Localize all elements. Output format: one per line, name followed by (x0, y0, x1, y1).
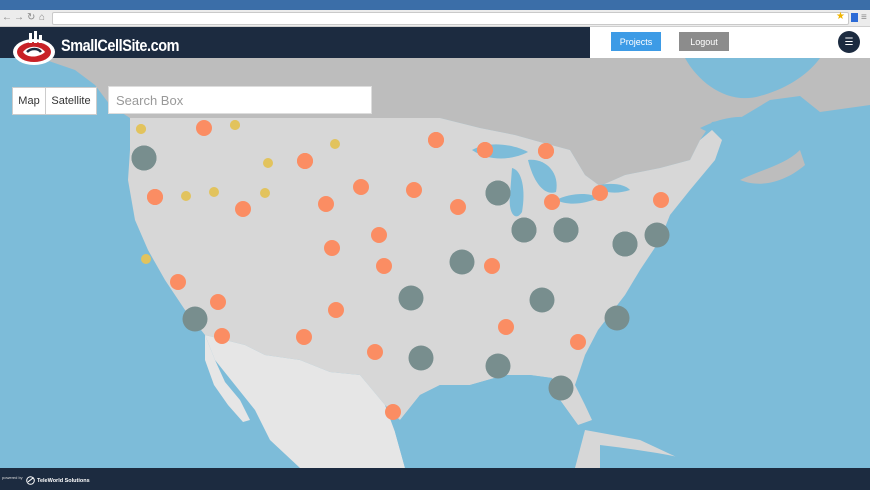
cluster-marker[interactable] (553, 217, 579, 243)
cluster-marker[interactable] (604, 305, 630, 331)
cluster-marker[interactable] (511, 217, 537, 243)
site-marker[interactable] (147, 189, 163, 205)
site-marker-small[interactable] (230, 120, 240, 130)
extension-icon[interactable] (851, 13, 858, 22)
cluster-marker[interactable] (398, 285, 424, 311)
site-marker[interactable] (653, 192, 669, 208)
cluster-marker[interactable] (485, 353, 511, 379)
cluster-marker[interactable] (485, 180, 511, 206)
bookmark-star-icon[interactable]: ★ (836, 10, 845, 23)
cluster-marker[interactable] (529, 287, 555, 313)
cluster-marker[interactable] (131, 145, 157, 171)
cluster-marker[interactable] (644, 222, 670, 248)
site-marker[interactable] (498, 319, 514, 335)
address-bar[interactable] (52, 12, 849, 25)
site-marker[interactable] (477, 142, 493, 158)
company-name: TeleWorld Solutions (37, 478, 90, 484)
site-marker[interactable] (484, 258, 500, 274)
site-marker[interactable] (371, 227, 387, 243)
cluster-marker[interactable] (612, 231, 638, 257)
page-footer (0, 468, 870, 490)
site-marker[interactable] (570, 334, 586, 350)
site-marker[interactable] (406, 182, 422, 198)
cluster-marker[interactable] (548, 375, 574, 401)
brand-name[interactable]: SmallCellSite.com (61, 36, 179, 56)
cluster-marker[interactable] (408, 345, 434, 371)
site-marker[interactable] (538, 143, 554, 159)
site-marker[interactable] (297, 153, 313, 169)
reload-icon[interactable]: ↻ (27, 11, 35, 25)
back-arrow-icon[interactable]: ← (2, 11, 12, 25)
site-marker[interactable] (328, 302, 344, 318)
cluster-marker[interactable] (182, 306, 208, 332)
browser-toolbar: ← → ↻ ⌂ ★ ≡ (0, 10, 870, 27)
smallcellsite-logo[interactable] (12, 31, 56, 67)
site-marker[interactable] (592, 185, 608, 201)
site-marker[interactable] (376, 258, 392, 274)
site-marker[interactable] (353, 179, 369, 195)
browser-menu-icon[interactable]: ≡ (861, 11, 867, 25)
browser-tab-strip (0, 0, 870, 10)
map-view-button[interactable]: Map (12, 87, 46, 115)
site-marker-small[interactable] (263, 158, 273, 168)
site-marker[interactable] (428, 132, 444, 148)
map-canvas[interactable] (0, 58, 870, 468)
site-marker[interactable] (324, 240, 340, 256)
forward-arrow-icon[interactable]: → (14, 11, 24, 25)
site-marker-small[interactable] (181, 191, 191, 201)
powered-by-label: powered by (2, 475, 23, 480)
cluster-marker[interactable] (449, 249, 475, 275)
site-marker-small[interactable] (136, 124, 146, 134)
site-marker[interactable] (170, 274, 186, 290)
teleworld-logo-icon (26, 476, 35, 485)
search-input[interactable] (108, 86, 372, 114)
site-marker[interactable] (544, 194, 560, 210)
site-marker[interactable] (367, 344, 383, 360)
site-marker-small[interactable] (209, 187, 219, 197)
site-marker[interactable] (385, 404, 401, 420)
satellite-view-button[interactable]: Satellite (45, 87, 97, 115)
site-marker-small[interactable] (260, 188, 270, 198)
site-marker[interactable] (450, 199, 466, 215)
site-marker[interactable] (210, 294, 226, 310)
site-marker-small[interactable] (330, 139, 340, 149)
home-icon[interactable]: ⌂ (39, 11, 45, 25)
site-marker[interactable] (196, 120, 212, 136)
site-marker[interactable] (235, 201, 251, 217)
hamburger-menu-icon[interactable]: ☰ (838, 31, 860, 53)
site-marker-small[interactable] (141, 254, 151, 264)
logout-button[interactable]: Logout (679, 32, 729, 51)
projects-button[interactable]: Projects (611, 32, 661, 51)
site-marker[interactable] (296, 329, 312, 345)
site-marker[interactable] (318, 196, 334, 212)
site-marker[interactable] (214, 328, 230, 344)
